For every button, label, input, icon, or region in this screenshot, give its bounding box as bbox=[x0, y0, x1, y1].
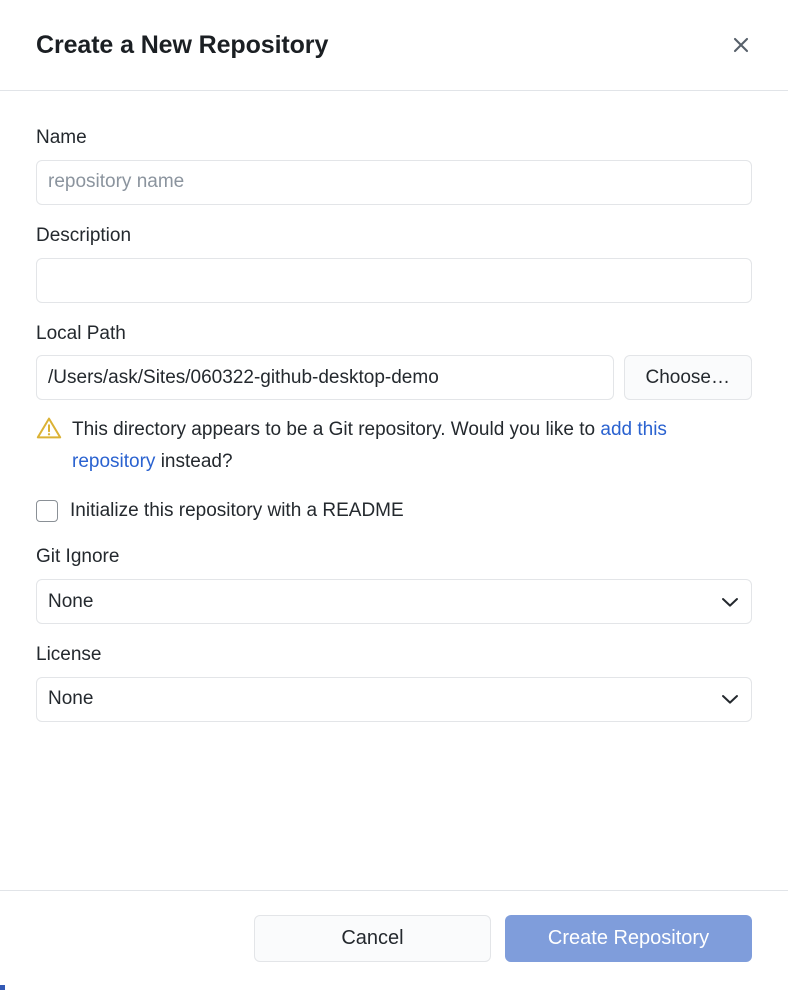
field-local-path: Local Path Choose… bbox=[36, 323, 752, 401]
cancel-button[interactable]: Cancel bbox=[254, 915, 491, 962]
license-label: License bbox=[36, 644, 102, 665]
dialog-footer: Cancel Create Repository bbox=[0, 890, 788, 990]
field-name: Name bbox=[36, 127, 752, 205]
warning-text-after: instead? bbox=[155, 451, 233, 473]
local-path-row: Choose… bbox=[36, 355, 752, 401]
field-description: Description bbox=[36, 225, 752, 303]
readme-checkbox-label[interactable]: Initialize this repository with a README bbox=[70, 500, 404, 522]
field-license: License None bbox=[36, 644, 752, 722]
readme-checkbox[interactable] bbox=[36, 500, 58, 523]
local-path-label: Local Path bbox=[36, 322, 126, 344]
description-label: Description bbox=[36, 224, 132, 246]
name-label: Name bbox=[36, 127, 87, 148]
warning-triangle-icon bbox=[36, 416, 62, 440]
local-path-input[interactable] bbox=[36, 355, 614, 401]
close-icon bbox=[731, 35, 751, 55]
name-input[interactable] bbox=[36, 159, 752, 205]
warning-message: This directory appears to be a Git repos… bbox=[72, 414, 752, 478]
license-select-wrap: None bbox=[36, 676, 752, 722]
git-ignore-select[interactable]: None bbox=[36, 579, 752, 624]
corner-artifact bbox=[0, 985, 5, 990]
license-select[interactable]: None bbox=[36, 676, 752, 722]
git-ignore-label: Git Ignore bbox=[36, 546, 120, 568]
create-repository-button[interactable]: Create Repository bbox=[505, 915, 752, 962]
field-git-ignore: Git Ignore None bbox=[36, 546, 752, 624]
dialog-header: Create a New Repository bbox=[0, 0, 788, 91]
dialog-body: Name Description Local Path Choose… bbox=[0, 91, 788, 890]
close-button[interactable] bbox=[724, 28, 758, 62]
git-repository-warning: This directory appears to be a Git repos… bbox=[36, 414, 752, 478]
warning-text-before: This directory appears to be a Git repos… bbox=[72, 419, 601, 441]
readme-checkbox-row[interactable]: Initialize this repository with a README bbox=[36, 500, 752, 523]
page-title: Create a New Repository bbox=[36, 30, 329, 59]
description-input[interactable] bbox=[36, 257, 752, 303]
choose-button[interactable]: Choose… bbox=[623, 355, 752, 401]
create-repository-dialog: Create a New Repository Name Description… bbox=[0, 0, 788, 990]
git-ignore-select-wrap: None bbox=[36, 579, 752, 624]
